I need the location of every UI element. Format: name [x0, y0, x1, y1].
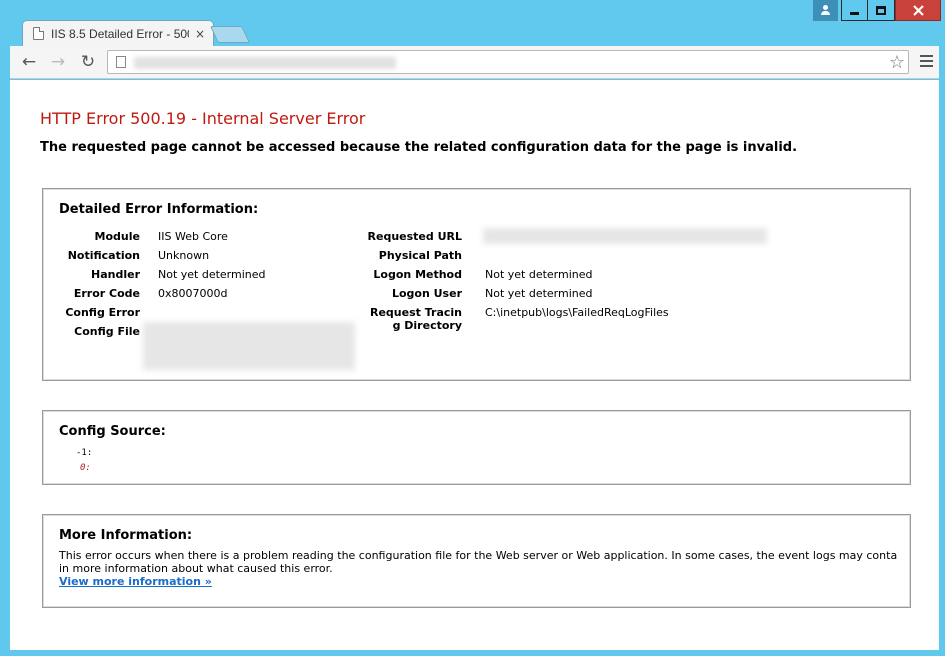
- logon-user-label: Logon User: [391, 287, 462, 300]
- bookmark-star-icon[interactable]: ☆: [889, 52, 905, 73]
- notification-value: Unknown: [158, 249, 210, 262]
- requested-url-label: Requested URL: [367, 230, 462, 243]
- minimize-icon: [850, 11, 859, 15]
- hamburger-icon: [920, 55, 933, 57]
- request-tracing-value: C:\inetpub\logs\FailedReqLogFiles: [485, 306, 669, 319]
- user-icon: [821, 5, 830, 15]
- detailed-error-heading: Detailed Error Information:: [59, 202, 259, 217]
- browser-tab[interactable]: IIS 8.5 Detailed Error - 500 ×: [22, 20, 214, 46]
- back-button[interactable]: ←: [18, 51, 40, 73]
- page-content: HTTP Error 500.19 - Internal Server Erro…: [10, 80, 939, 650]
- physical-path-label: Physical Path: [378, 249, 462, 262]
- module-label: Module: [94, 230, 140, 243]
- source-line-zero: 0:: [80, 463, 91, 473]
- error-code-label: Error Code: [73, 287, 140, 300]
- window-controls: [813, 0, 941, 22]
- redacted-config-file: [143, 322, 355, 370]
- user-profile-button[interactable]: [813, 0, 838, 21]
- logon-method-label: Logon Method: [373, 268, 462, 281]
- handler-label: Handler: [91, 268, 140, 281]
- more-information-text: This error occurs when there is a proble…: [59, 549, 898, 575]
- redacted-requested-url: [483, 228, 767, 244]
- menu-button[interactable]: [920, 55, 933, 69]
- config-source-box: Config Source: -1: 0:: [42, 410, 911, 485]
- window-titlebar: IIS 8.5 Detailed Error - 500 ×: [0, 0, 945, 46]
- more-information-heading: More Information:: [59, 528, 193, 543]
- request-tracing-label: Request Tracin g Directory: [370, 306, 462, 332]
- browser-toolbar: ← → ↻ ☆: [10, 46, 939, 79]
- window-bottom-border: [10, 650, 939, 656]
- address-bar[interactable]: ☆: [107, 50, 909, 74]
- error-subtitle: The requested page cannot be accessed be…: [40, 140, 798, 155]
- page-icon: [116, 56, 126, 68]
- redacted-url: [134, 57, 396, 69]
- logon-user-value: Not yet determined: [485, 287, 593, 300]
- notification-label: Notification: [67, 249, 140, 262]
- maximize-button[interactable]: [868, 0, 895, 21]
- minimize-button[interactable]: [841, 0, 868, 21]
- tab-close-icon[interactable]: ×: [195, 27, 205, 41]
- module-value: IIS Web Core: [158, 230, 228, 243]
- error-code-value: 0x8007000d: [158, 287, 228, 300]
- maximize-icon: [876, 5, 886, 15]
- error-title: HTTP Error 500.19 - Internal Server Erro…: [40, 109, 366, 128]
- handler-value: Not yet determined: [158, 268, 266, 281]
- config-error-label: Config Error: [65, 306, 140, 319]
- view-more-information-link[interactable]: View more information »: [59, 575, 212, 588]
- forward-button[interactable]: →: [47, 51, 69, 73]
- tab-title: IIS 8.5 Detailed Error - 500: [51, 26, 189, 41]
- source-line-minus-one: -1:: [76, 448, 93, 458]
- new-tab-button[interactable]: [210, 26, 250, 43]
- config-source-heading: Config Source:: [59, 424, 166, 439]
- close-icon: [912, 4, 924, 16]
- page-icon: [33, 27, 44, 40]
- detailed-error-box: Detailed Error Information: Module IIS W…: [42, 188, 911, 381]
- config-file-label: Config File: [74, 325, 140, 338]
- close-window-button[interactable]: [895, 0, 941, 21]
- reload-button[interactable]: ↻: [77, 51, 99, 73]
- more-information-box: More Information: This error occurs when…: [42, 514, 911, 608]
- logon-method-value: Not yet determined: [485, 268, 593, 281]
